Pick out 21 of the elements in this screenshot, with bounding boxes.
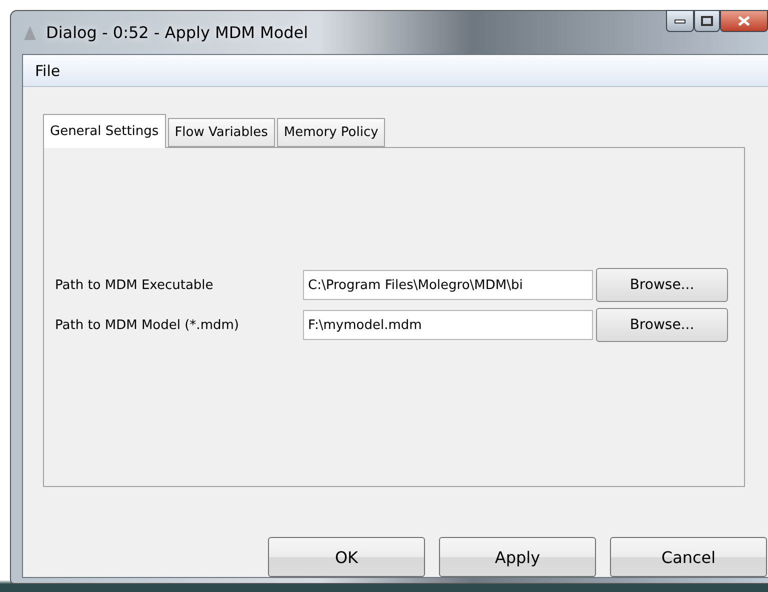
- path-field[interactable]: C:\Program Files\Molegro\MDM\bi: [303, 270, 593, 300]
- tab[interactable]: General Settings: [43, 114, 166, 148]
- field-label: Path to MDM Executable: [55, 278, 214, 292]
- path-field[interactable]: F:\mymodel.mdm: [303, 310, 593, 340]
- close-icon: [738, 16, 750, 26]
- dialog-button[interactable]: OK: [268, 537, 425, 577]
- app-icon: [22, 24, 38, 40]
- minimize-button[interactable]: [666, 10, 694, 32]
- menu-item[interactable]: File: [27, 62, 68, 80]
- maximize-button[interactable]: [694, 10, 720, 32]
- maximize-icon: [701, 16, 713, 26]
- tab[interactable]: Memory Policy: [276, 118, 386, 147]
- dialog-button[interactable]: Cancel: [610, 537, 767, 577]
- browse-button[interactable]: Browse...: [596, 268, 728, 302]
- browse-button[interactable]: Browse...: [596, 308, 728, 342]
- minimize-icon: [674, 18, 686, 24]
- dialog-button[interactable]: Apply: [439, 537, 596, 577]
- close-button[interactable]: [720, 10, 768, 32]
- tab[interactable]: Flow Variables: [168, 118, 275, 147]
- field-label: Path to MDM Model (*.mdm): [55, 318, 240, 332]
- window-title: Dialog - 0:52 - Apply MDM Model: [46, 23, 308, 42]
